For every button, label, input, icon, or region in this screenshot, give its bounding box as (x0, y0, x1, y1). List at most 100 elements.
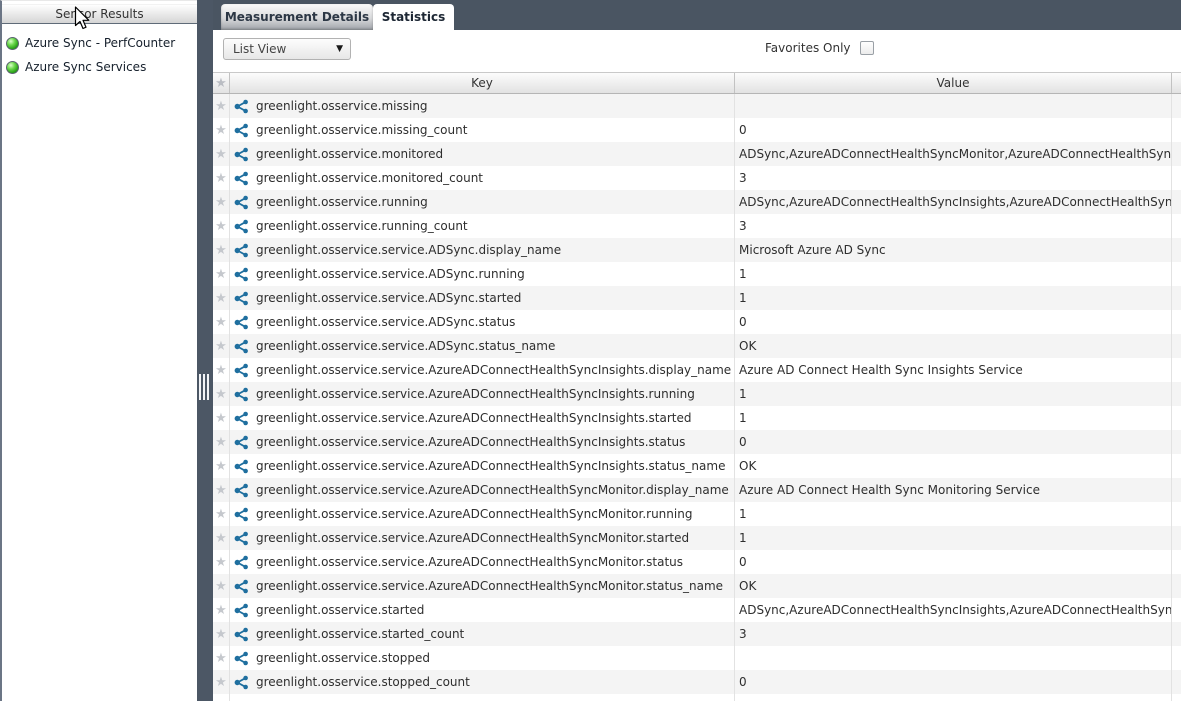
chevron-down-icon: ▼ (336, 44, 343, 54)
star-icon[interactable]: ★ (215, 556, 227, 569)
table-row[interactable]: ★ greenlight.osservice.service.ADSync.st… (213, 286, 1181, 310)
panel-splitter[interactable] (197, 0, 213, 701)
tab-measurement-details[interactable]: Measurement Details (221, 4, 373, 30)
extra-cell (1172, 454, 1181, 478)
metric-share-icon (234, 99, 249, 114)
star-icon[interactable]: ★ (215, 196, 227, 209)
star-icon[interactable]: ★ (215, 676, 227, 689)
key-cell: greenlight.osservice.service.AzureADConn… (230, 574, 735, 598)
table-body: ★ greenlight.osservice.missing (213, 94, 1181, 694)
extra-cell (1172, 358, 1181, 382)
star-icon[interactable]: ★ (215, 364, 227, 377)
star-icon[interactable]: ★ (215, 580, 227, 593)
row-value: 0 (739, 123, 747, 137)
table-row[interactable]: ★ greenlight.osservice.service.ADSync.st… (213, 310, 1181, 334)
table-row[interactable]: ★ greenlight.osservice.running_count (213, 214, 1181, 238)
star-icon[interactable]: ★ (215, 628, 227, 641)
favorite-cell: ★ (213, 190, 230, 214)
table-row[interactable]: ★ greenlight.osservice.service.AzureADCo… (213, 478, 1181, 502)
row-key: greenlight.osservice.service.AzureADConn… (256, 507, 692, 521)
star-icon[interactable]: ★ (215, 460, 227, 473)
star-icon[interactable]: ★ (215, 292, 227, 305)
row-key: greenlight.osservice.service.ADSync.disp… (256, 243, 561, 257)
row-value: Azure AD Connect Health Sync Monitoring … (739, 483, 1040, 497)
table-row[interactable]: ★ greenlight.osservice.service.AzureADCo… (213, 430, 1181, 454)
row-value: 0 (739, 555, 747, 569)
star-icon[interactable]: ★ (215, 244, 227, 257)
star-icon[interactable]: ★ (215, 436, 227, 449)
table-row[interactable]: ★ greenlight.osservice.missing_count (213, 118, 1181, 142)
star-icon[interactable]: ★ (215, 604, 227, 617)
table-row[interactable]: ★ greenlight.osservice.stopped_count (213, 670, 1181, 694)
key-cell: greenlight.osservice.service.ADSync.disp… (230, 238, 735, 262)
row-key: greenlight.osservice.service.AzureADConn… (256, 411, 692, 425)
sensor-item-azure-sync-services[interactable]: Azure Sync Services (2, 55, 197, 79)
star-icon[interactable]: ★ (215, 100, 227, 113)
row-value: 1 (739, 387, 747, 401)
metric-share-icon (234, 147, 249, 162)
favorite-cell: ★ (213, 382, 230, 406)
metric-share-icon (234, 627, 249, 642)
key-cell: greenlight.osservice.started (230, 598, 735, 622)
row-key: greenlight.osservice.service.ADSync.stat… (256, 339, 555, 353)
tab-statistics[interactable]: Statistics (373, 4, 454, 30)
star-icon[interactable]: ★ (215, 652, 227, 665)
table-row[interactable]: ★ greenlight.osservice.service.AzureADCo… (213, 382, 1181, 406)
star-icon[interactable]: ★ (215, 316, 227, 329)
star-icon[interactable]: ★ (215, 268, 227, 281)
star-icon[interactable]: ★ (215, 172, 227, 185)
sensor-item-label: Azure Sync - PerfCounter (25, 36, 175, 50)
favorite-cell: ★ (213, 670, 230, 694)
row-key: greenlight.osservice.started_count (256, 627, 464, 641)
table-row[interactable]: ★ greenlight.osservice.started_count (213, 622, 1181, 646)
table-row[interactable]: ★ greenlight.osservice.service.AzureADCo… (213, 502, 1181, 526)
star-icon[interactable]: ★ (215, 148, 227, 161)
value-column-header[interactable]: Value (735, 73, 1172, 93)
table-row[interactable]: ★ greenlight.osservice.service.AzureADCo… (213, 526, 1181, 550)
table-row[interactable]: ★ greenlight.osservice.service.ADSync.ru… (213, 262, 1181, 286)
table-row[interactable]: ★ greenlight.osservice.monitored_count (213, 166, 1181, 190)
star-icon[interactable]: ★ (215, 484, 227, 497)
star-icon[interactable]: ★ (215, 508, 227, 521)
table-row[interactable]: ★ greenlight.osservice.service.AzureADCo… (213, 406, 1181, 430)
star-icon[interactable]: ★ (215, 388, 227, 401)
star-icon[interactable]: ★ (215, 220, 227, 233)
key-cell: greenlight.osservice.service.AzureADConn… (230, 478, 735, 502)
table-row[interactable]: ★ greenlight.osservice.started (213, 598, 1181, 622)
star-icon[interactable]: ★ (215, 340, 227, 353)
favorite-column-header[interactable]: ★ (213, 73, 230, 93)
row-key: greenlight.osservice.service.AzureADConn… (256, 363, 731, 377)
table-row[interactable]: ★ greenlight.osservice.monitored (213, 142, 1181, 166)
key-cell: greenlight.osservice.stopped_count (230, 670, 735, 694)
key-cell: greenlight.osservice.started_count (230, 622, 735, 646)
row-value: ADSync,AzureADConnectHealthSyncInsights,… (739, 603, 1172, 617)
row-value: ADSync,AzureADConnectHealthSyncMonitor,A… (739, 147, 1172, 161)
extra-cell (1172, 94, 1181, 118)
metric-share-icon (234, 531, 249, 546)
splitter-grip-icon[interactable] (199, 374, 210, 400)
view-mode-select[interactable]: List View ▼ (223, 38, 351, 60)
key-cell: greenlight.osservice.service.ADSync.star… (230, 286, 735, 310)
table-row[interactable]: ★ greenlight.osservice.service.ADSync.di… (213, 238, 1181, 262)
key-column-header[interactable]: Key (230, 73, 735, 93)
star-icon[interactable]: ★ (215, 412, 227, 425)
sensor-item-azure-sync-perfcounter[interactable]: Azure Sync - PerfCounter (2, 31, 197, 55)
table-row[interactable]: ★ greenlight.osservice.missing (213, 94, 1181, 118)
table-row[interactable]: ★ greenlight.osservice.running (213, 190, 1181, 214)
table-row[interactable]: ★ greenlight.osservice.service.AzureADCo… (213, 454, 1181, 478)
table-row[interactable]: ★ greenlight.osservice.service.AzureADCo… (213, 358, 1181, 382)
star-icon[interactable]: ★ (215, 124, 227, 137)
favorites-only-checkbox[interactable] (860, 41, 874, 55)
table-row[interactable]: ★ greenlight.osservice.service.AzureADCo… (213, 550, 1181, 574)
key-cell: greenlight.osservice.stopped (230, 646, 735, 670)
table-row[interactable]: ★ greenlight.osservice.stopped (213, 646, 1181, 670)
value-cell: 0 (735, 670, 1172, 694)
key-cell: greenlight.osservice.service.AzureADConn… (230, 502, 735, 526)
table-row[interactable]: ★ greenlight.osservice.service.ADSync.st… (213, 334, 1181, 358)
key-cell: greenlight.osservice.missing_count (230, 118, 735, 142)
metric-share-icon (234, 579, 249, 594)
main-panel: Measurement Details Statistics List View… (213, 0, 1181, 701)
table-row[interactable]: ★ greenlight.osservice.service.AzureADCo… (213, 574, 1181, 598)
star-icon[interactable]: ★ (215, 532, 227, 545)
metric-share-icon (234, 267, 249, 282)
